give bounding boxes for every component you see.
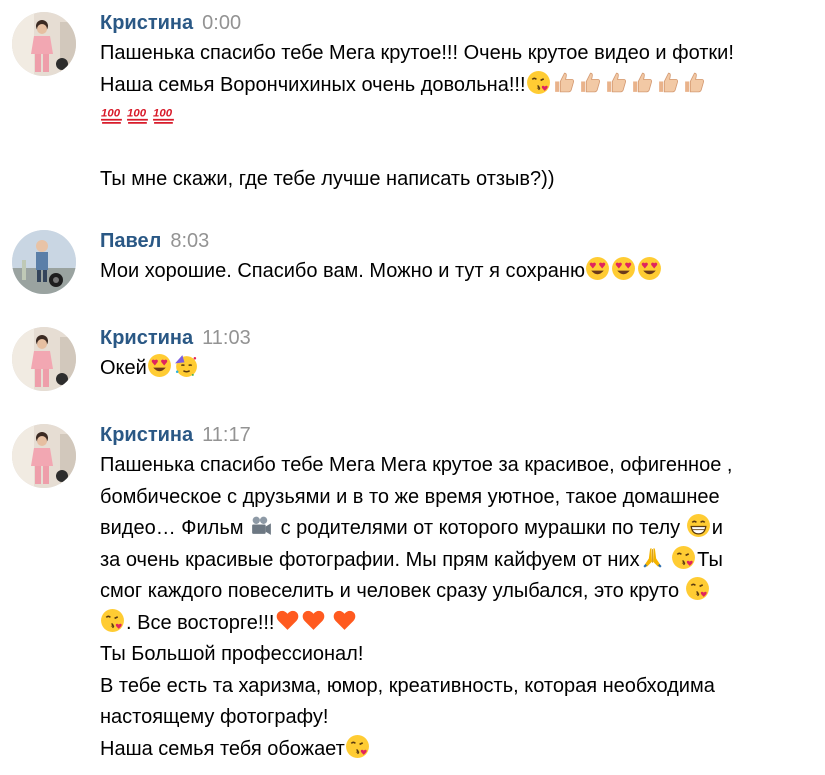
message-header: Павел 8:03 bbox=[100, 228, 209, 254]
message-text: Наша семья тебя обожает bbox=[100, 737, 345, 760]
heart-emoji-icon bbox=[301, 608, 326, 633]
message-text: Пашенька спасибо тебе Мега Мега крутое з… bbox=[100, 454, 733, 476]
message-text: . Все восторге!!! bbox=[126, 611, 275, 634]
message-line: Окей bbox=[100, 353, 819, 385]
thumbs-up-emoji-icon bbox=[630, 70, 655, 95]
message-line: Пашенька спасибо тебе Мега Мега крутое з… bbox=[100, 450, 819, 482]
message-text: бомбическое с друзьями и в то же время у… bbox=[100, 485, 720, 508]
message-text: В тебе есть та харизма, юмор, креативнос… bbox=[100, 674, 715, 697]
hundred-emoji-icon: 100 bbox=[152, 101, 177, 126]
svg-text:100: 100 bbox=[153, 108, 173, 120]
message-header: Кристина 11:17 bbox=[100, 422, 251, 448]
hundred-emoji-icon: 100 bbox=[126, 101, 151, 126]
thumbs-up-emoji-icon bbox=[682, 70, 707, 95]
message-header: Кристина 0:00 bbox=[100, 10, 241, 36]
thumbs-up-emoji-icon bbox=[552, 70, 577, 95]
message-text: смог каждого повеселить и человек сразу … bbox=[100, 580, 685, 602]
message-line: Наша семья тебя обожает bbox=[100, 734, 819, 766]
avatar-kristina[interactable] bbox=[12, 12, 76, 76]
avatar-kristina[interactable] bbox=[12, 424, 76, 488]
message-line: Наша семья Ворончихиных очень довольна!!… bbox=[100, 70, 819, 102]
heart-eyes-emoji-icon bbox=[611, 256, 636, 281]
message-text: за очень красивые фотографии. Мы прям ка… bbox=[100, 548, 640, 571]
message-time[interactable]: 11:03 bbox=[202, 327, 251, 349]
message-text: Ты bbox=[697, 548, 723, 571]
message-text: Ты Большой профессионал! bbox=[100, 643, 364, 665]
message-time[interactable]: 0:00 bbox=[202, 12, 241, 34]
thumbs-up-emoji-icon bbox=[578, 70, 603, 95]
svg-text:100: 100 bbox=[127, 108, 147, 120]
message-text: видео… Фильм bbox=[100, 517, 250, 539]
message-line: настоящему фотографу! bbox=[100, 702, 819, 734]
party-face-emoji-icon bbox=[173, 353, 198, 378]
message-text: настоящему фотографу! bbox=[100, 706, 329, 728]
message-line: за очень красивые фотографии. Мы прям ка… bbox=[100, 545, 819, 577]
heart-emoji-icon bbox=[332, 608, 357, 633]
message-text: Мои хорошие. Спасибо вам. Можно и тут я … bbox=[100, 260, 585, 282]
message-line: 100 100 100 bbox=[100, 101, 819, 133]
message-line: видео… Фильм с родителями от которого му… bbox=[100, 513, 819, 545]
message-body: Пашенька спасибо тебе Мега Мега крутое з… bbox=[100, 450, 819, 765]
message-line: Мои хорошие. Спасибо вам. Можно и тут я … bbox=[100, 256, 819, 288]
movie-camera-emoji-icon bbox=[249, 513, 274, 538]
folded-hands-emoji-icon bbox=[640, 545, 665, 570]
avatar-kristina[interactable] bbox=[12, 327, 76, 391]
message-text: Наша семья Ворончихиных очень довольна!!… bbox=[100, 73, 526, 96]
message-text: и bbox=[711, 517, 723, 539]
message-line: Пашенька спасибо тебе Мега крутое!!! Оче… bbox=[100, 38, 819, 70]
hundred-emoji-icon: 100 bbox=[100, 101, 125, 126]
heart-eyes-emoji-icon bbox=[637, 256, 662, 281]
heart-emoji-icon bbox=[275, 608, 300, 633]
message-body: Окей bbox=[100, 353, 819, 385]
kiss-face-emoji-icon bbox=[671, 545, 696, 570]
author-name[interactable]: Кристина bbox=[100, 327, 193, 349]
message-line: бомбическое с друзьями и в то же время у… bbox=[100, 482, 819, 514]
message-time[interactable]: 8:03 bbox=[170, 230, 209, 252]
message-text: Окей bbox=[100, 357, 147, 379]
heart-eyes-emoji-icon bbox=[585, 256, 610, 281]
message-header: Кристина 11:03 bbox=[100, 325, 251, 351]
author-name[interactable]: Кристина bbox=[100, 424, 193, 446]
message-body: Мои хорошие. Спасибо вам. Можно и тут я … bbox=[100, 256, 819, 288]
message-line bbox=[100, 133, 819, 165]
message-line: В тебе есть та харизма, юмор, креативнос… bbox=[100, 671, 819, 703]
message-time[interactable]: 11:17 bbox=[202, 424, 251, 446]
message-line: . Все восторге!!! bbox=[100, 608, 819, 640]
message-text: с родителями от которого мурашки по телу bbox=[275, 517, 686, 539]
kiss-face-emoji-icon bbox=[100, 608, 125, 633]
kiss-face-emoji-icon bbox=[345, 734, 370, 759]
message-text: Ты мне скажи, где тебе лучше написать от… bbox=[100, 168, 555, 190]
svg-text:100: 100 bbox=[101, 108, 121, 120]
grin-face-emoji-icon bbox=[686, 513, 711, 538]
thumbs-up-emoji-icon bbox=[656, 70, 681, 95]
thumbs-up-emoji-icon bbox=[604, 70, 629, 95]
heart-eyes-emoji-icon bbox=[147, 353, 172, 378]
message-body: Пашенька спасибо тебе Мега крутое!!! Оче… bbox=[100, 38, 819, 196]
kiss-face-emoji-icon bbox=[526, 70, 551, 95]
message-line: Ты мне скажи, где тебе лучше написать от… bbox=[100, 164, 819, 196]
kiss-face-emoji-icon bbox=[685, 576, 710, 601]
avatar-pavel[interactable] bbox=[12, 230, 76, 294]
message-line: Ты Большой профессионал! bbox=[100, 639, 819, 671]
message-text: Пашенька спасибо тебе Мега крутое!!! Оче… bbox=[100, 42, 734, 64]
message-line: смог каждого повеселить и человек сразу … bbox=[100, 576, 819, 608]
author-name[interactable]: Кристина bbox=[100, 12, 193, 34]
author-name[interactable]: Павел bbox=[100, 230, 161, 252]
